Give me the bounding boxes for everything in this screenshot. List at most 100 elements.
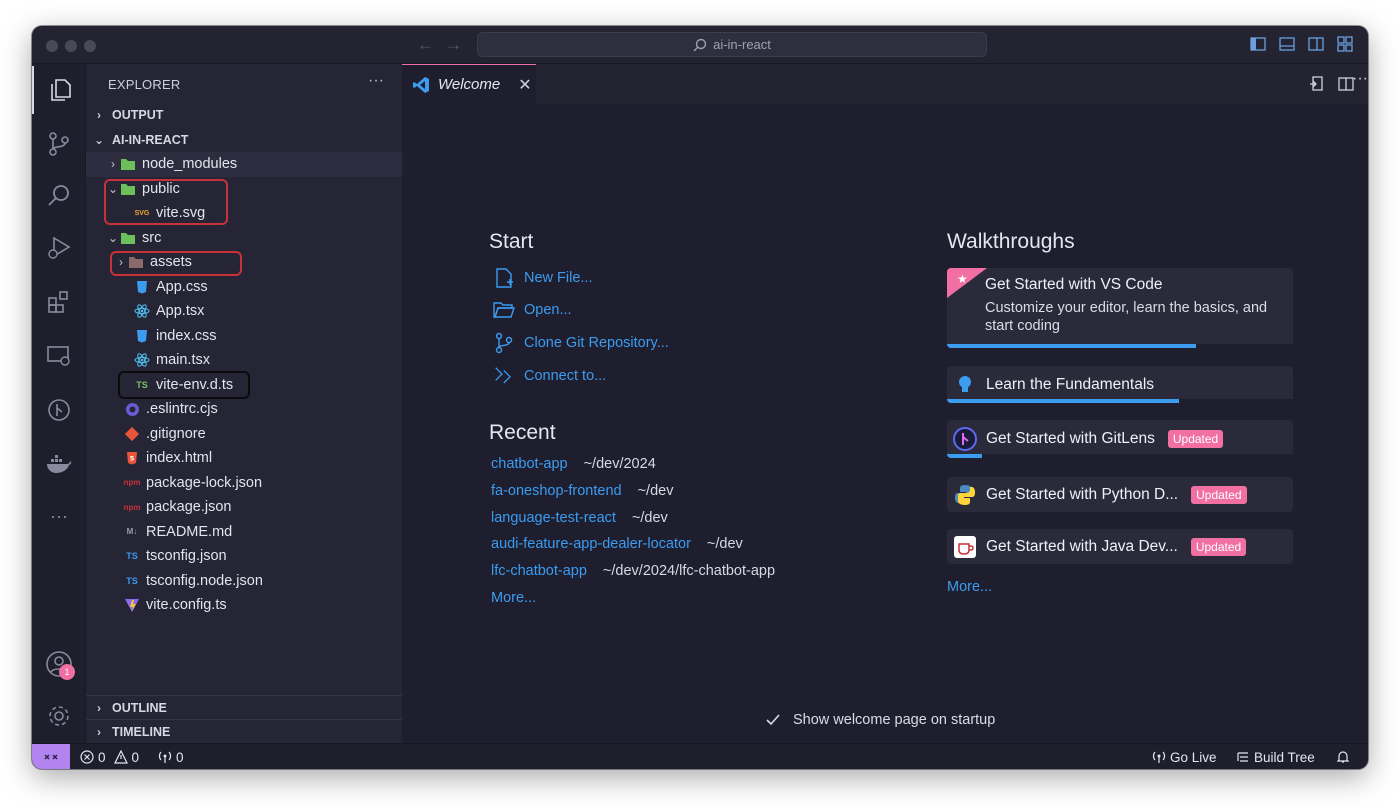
explorer-more-actions-icon[interactable]: ··· [368, 72, 384, 90]
project-section-label: AI-IN-REACT [112, 133, 189, 147]
explorer-activity[interactable] [32, 66, 86, 114]
command-center-search[interactable]: ai-in-react [477, 32, 987, 57]
recent-name[interactable]: chatbot-app [491, 456, 568, 472]
source-control-activity[interactable] [32, 120, 86, 168]
connect-to-link[interactable]: Connect to... [493, 365, 606, 387]
npm-file-icon: npm [123, 502, 141, 512]
tree-item-app-css[interactable]: App.css [86, 275, 402, 300]
customize-layout-icon[interactable] [1337, 36, 1353, 52]
show-on-startup-label: Show welcome page on startup [793, 712, 996, 728]
walkthrough-vscode-card[interactable]: ★ Get Started with VS Code Customize you… [947, 268, 1293, 348]
remote-indicator[interactable] [32, 744, 70, 769]
notifications-button[interactable] [1336, 744, 1350, 769]
tree-item-package-lock[interactable]: npm package-lock.json [86, 471, 402, 496]
tree-item-index-html[interactable]: 5 index.html [86, 446, 402, 471]
walkthrough-python-card[interactable]: Get Started with Python D... Updated [947, 477, 1293, 512]
timeline-section-header[interactable]: › TIMELINE [86, 719, 402, 743]
broadcast-icon [158, 751, 172, 763]
manage-activity[interactable] [32, 692, 86, 740]
tree-item-main-tsx[interactable]: main.tsx [86, 348, 402, 373]
tree-item-label: App.tsx [156, 303, 205, 320]
new-file-link[interactable]: New File... [493, 267, 593, 289]
recent-item[interactable]: fa-oneshop-frontend ~/dev [491, 483, 673, 499]
recent-name[interactable]: fa-oneshop-frontend [491, 483, 622, 499]
build-tree-button[interactable]: Build Tree [1236, 744, 1315, 769]
recent-path: ~/dev [631, 510, 668, 526]
tree-item-node-modules[interactable]: › node_modules [86, 152, 402, 177]
recent-item[interactable]: audi-feature-app-dealer-locator ~/dev [491, 536, 743, 552]
recent-name[interactable]: audi-feature-app-dealer-locator [491, 536, 691, 552]
annotation-box-vite-env [118, 371, 250, 399]
gitlens-icon [953, 427, 977, 451]
tree-item-vite-config[interactable]: vite.config.ts [86, 593, 402, 618]
toggle-primary-sidebar-icon[interactable] [1250, 36, 1266, 52]
tree-item-readme[interactable]: M↓ README.md [86, 520, 402, 545]
search-activity[interactable] [32, 172, 86, 220]
forward-arrow-icon[interactable]: → [445, 35, 462, 55]
back-arrow-icon[interactable]: ← [417, 35, 434, 55]
gitlens-icon [48, 399, 70, 421]
walkthrough-fundamentals-card[interactable]: Learn the Fundamentals [947, 366, 1293, 403]
tab-welcome[interactable]: Welcome ✕ [402, 64, 536, 104]
walkthrough-progress-bar [947, 344, 1197, 348]
java-icon [954, 535, 976, 558]
recent-item[interactable]: language-test-react ~/dev [491, 510, 668, 526]
recent-item[interactable]: lfc-chatbot-app ~/dev/2024/lfc-chatbot-a… [491, 563, 775, 579]
walkthrough-title: Get Started with GitLens [986, 430, 1155, 447]
minimize-window-button[interactable] [65, 40, 77, 52]
folder-node-icon [120, 156, 136, 172]
toggle-panel-icon[interactable] [1279, 36, 1295, 52]
remote-explorer-activity[interactable] [32, 332, 86, 380]
docker-activity[interactable] [32, 440, 86, 488]
annotation-box-assets [110, 251, 242, 276]
toggle-secondary-sidebar-icon[interactable] [1308, 36, 1324, 52]
tree-item-eslintrc[interactable]: .eslintrc.cjs [86, 397, 402, 422]
problems-status[interactable]: 0 0 [80, 744, 139, 769]
more-activities-icon[interactable]: ··· [32, 492, 86, 540]
output-section-header[interactable]: › OUTPUT [86, 103, 402, 127]
tree-item-src[interactable]: ⌄ src [86, 226, 402, 251]
open-changes-icon[interactable] [1308, 76, 1324, 92]
folder-src-icon [120, 230, 136, 246]
walkthroughs-more-link[interactable]: More... [947, 579, 992, 595]
tree-item-tsconfig-node[interactable]: TS tsconfig.node.json [86, 569, 402, 594]
go-live-button[interactable]: Go Live [1152, 744, 1217, 769]
folder-open-icon [493, 302, 515, 318]
extensions-activity[interactable] [32, 278, 86, 326]
accounts-badge: 1 [59, 664, 75, 680]
git-file-icon [124, 426, 140, 442]
project-section-header[interactable]: ⌄ AI-IN-REACT [86, 128, 402, 152]
tree-item-tsconfig[interactable]: TS tsconfig.json [86, 544, 402, 569]
tsconfig-file-icon: TS [126, 575, 138, 586]
clone-git-link[interactable]: Clone Git Repository... [493, 332, 669, 354]
recent-name[interactable]: lfc-chatbot-app [491, 563, 587, 579]
recent-item[interactable]: chatbot-app ~/dev/2024 [491, 456, 656, 472]
bell-icon [1336, 751, 1350, 763]
tree-item-index-css[interactable]: index.css [86, 324, 402, 349]
gitlens-activity[interactable] [32, 386, 86, 434]
open-link[interactable]: Open... [493, 300, 572, 320]
recent-name[interactable]: language-test-react [491, 510, 616, 526]
recent-heading: Recent [489, 421, 556, 444]
ports-status[interactable]: 0 [158, 744, 184, 769]
close-window-button[interactable] [46, 40, 58, 52]
outline-section-header[interactable]: › OUTLINE [86, 695, 402, 719]
accounts-activity[interactable]: 1 [32, 640, 86, 688]
run-debug-activity[interactable] [32, 224, 86, 272]
recent-more-link[interactable]: More... [491, 590, 536, 606]
show-on-startup-checkbox[interactable]: Show welcome page on startup [765, 712, 995, 728]
react-file-icon [134, 303, 150, 319]
walkthrough-gitlens-card[interactable]: Get Started with GitLens Updated [947, 420, 1293, 458]
walkthrough-java-card[interactable]: Get Started with Java Dev... Updated [947, 529, 1293, 564]
more-actions-icon[interactable]: ··· [1342, 70, 1368, 88]
run-debug-icon [48, 236, 71, 259]
tree-item-package-json[interactable]: npm package.json [86, 495, 402, 520]
warning-count: 0 [131, 749, 140, 765]
tree-item-gitignore[interactable]: .gitignore [86, 422, 402, 447]
close-icon[interactable]: ✕ [518, 75, 531, 95]
tree-item-label: App.css [156, 278, 208, 295]
chevron-right-icon: › [97, 724, 101, 739]
tree-item-app-tsx[interactable]: App.tsx [86, 299, 402, 324]
maximize-window-button[interactable] [84, 40, 96, 52]
css-file-icon [134, 328, 150, 344]
